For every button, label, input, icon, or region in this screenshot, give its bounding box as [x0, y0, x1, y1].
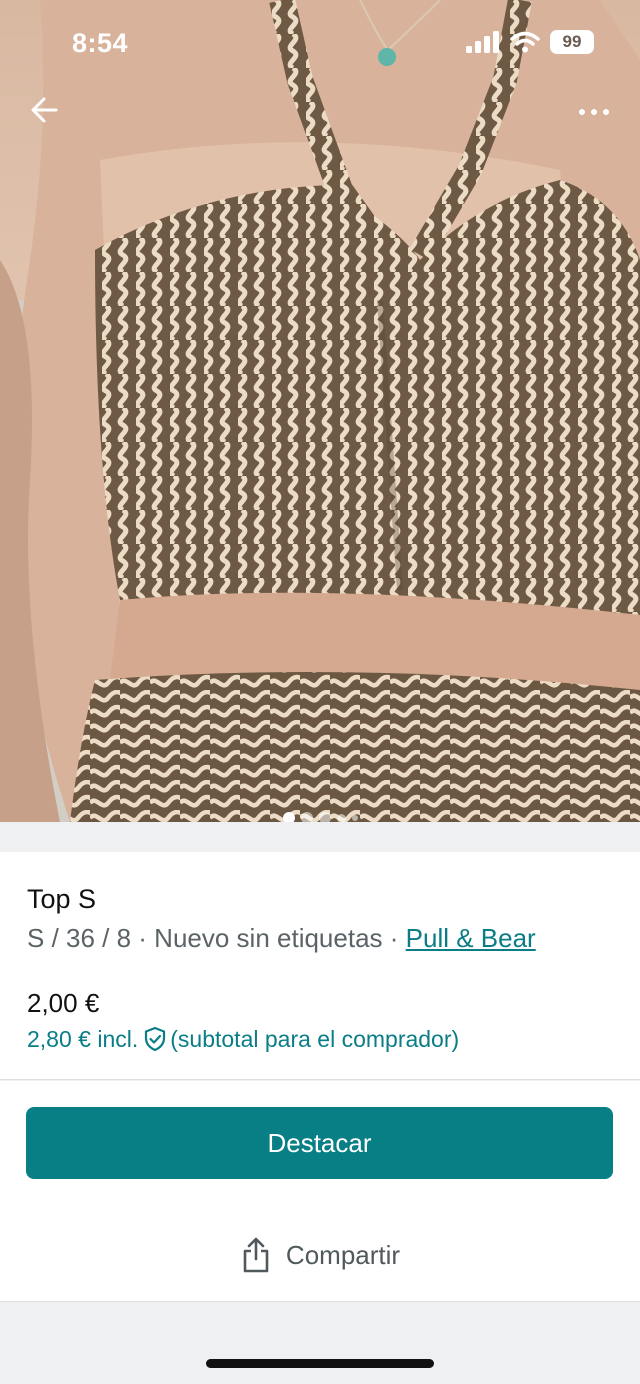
- product-image: [0, 0, 640, 822]
- home-indicator[interactable]: [206, 1359, 434, 1368]
- actions-panel: Destacar Compartir: [0, 1081, 640, 1302]
- share-icon: [243, 1237, 269, 1273]
- bottom-area: [0, 1303, 640, 1384]
- section-divider: [0, 822, 640, 852]
- battery-icon: 99: [550, 30, 594, 54]
- more-options-button[interactable]: [574, 98, 614, 126]
- more-horizontal-icon: [579, 109, 585, 115]
- item-price: 2,00 €: [27, 988, 100, 1018]
- product-photo[interactable]: 8:54 99: [0, 0, 640, 822]
- share-label: Compartir: [285, 1239, 401, 1270]
- shield-check-icon: [145, 1026, 166, 1052]
- highlight-button[interactable]: Destacar: [26, 1107, 613, 1179]
- wifi-icon: [510, 31, 540, 53]
- cellular-signal-icon: [466, 31, 499, 53]
- item-info: Top S S / 36 / 8 · Nuevo sin etiquetas ·…: [0, 852, 640, 1080]
- page-dot[interactable]: [318, 812, 331, 822]
- share-button[interactable]: Compartir: [0, 1227, 640, 1283]
- buyer-price-value: 2,80 € incl.: [27, 1026, 139, 1052]
- gallery-pagination: [0, 812, 640, 822]
- page-dot[interactable]: [300, 812, 313, 822]
- page-dot[interactable]: [282, 812, 295, 822]
- item-title: Top S: [27, 884, 97, 914]
- item-details-text: S / 36 / 8 · Nuevo sin etiquetas ·: [27, 923, 406, 953]
- buyer-price-note: (subtotal para el comprador): [170, 1026, 460, 1052]
- page-dot[interactable]: [336, 813, 346, 822]
- status-bar: 8:54 99: [0, 0, 640, 90]
- item-details: S / 36 / 8 · Nuevo sin etiquetas · Pull …: [27, 920, 613, 956]
- buyer-price[interactable]: 2,80 € incl. (subtotal para el comprador…: [27, 1024, 613, 1054]
- status-icons: 99: [466, 30, 594, 54]
- arrow-left-icon: [31, 97, 58, 123]
- brand-link[interactable]: Pull & Bear: [406, 923, 536, 953]
- back-button[interactable]: [26, 90, 66, 130]
- status-time: 8:54: [72, 28, 129, 58]
- page-dot[interactable]: [351, 815, 358, 821]
